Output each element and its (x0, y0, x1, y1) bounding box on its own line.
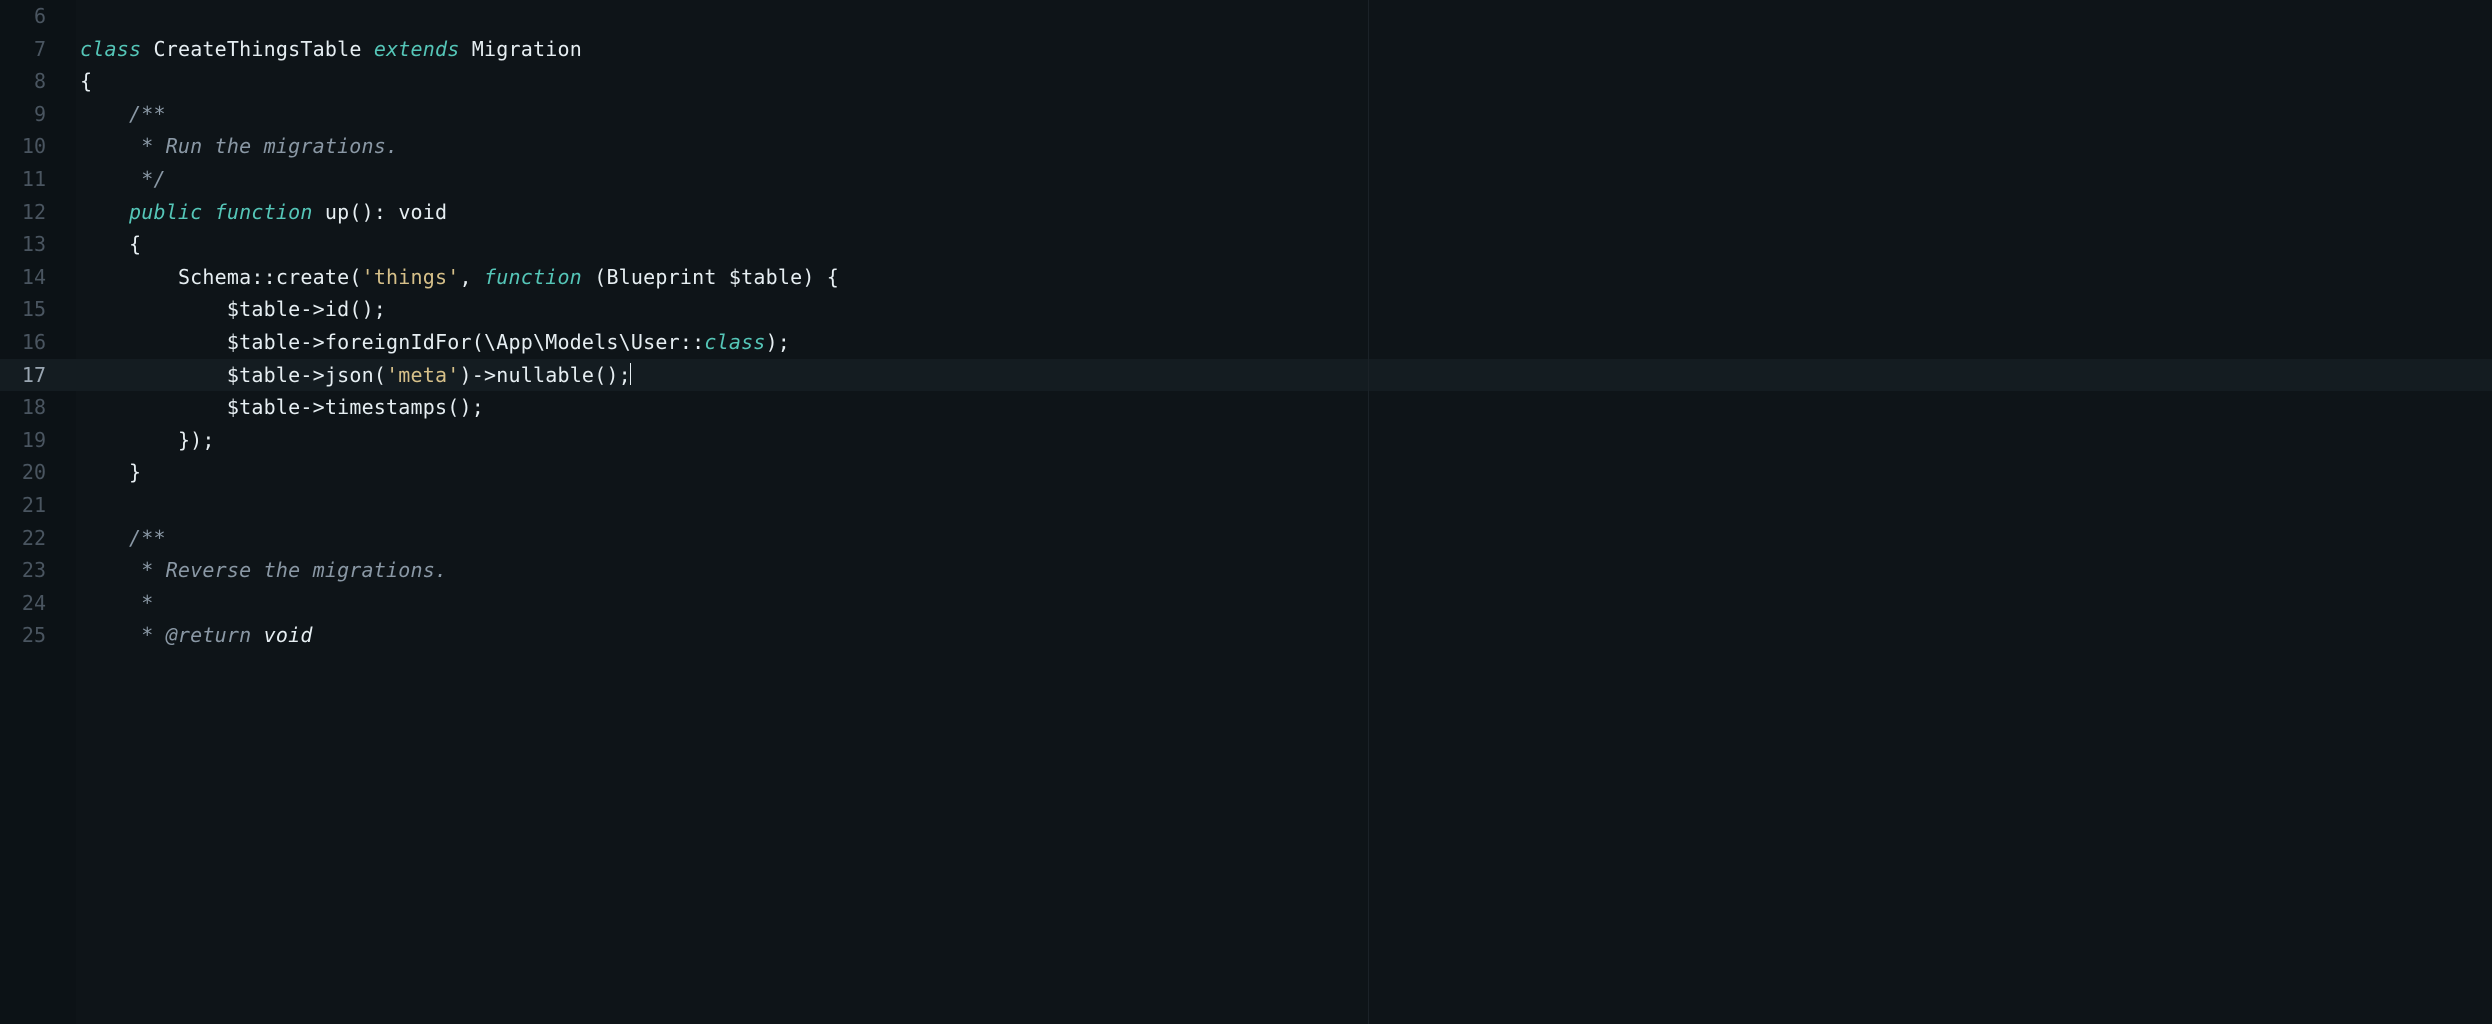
keyword-class: class (80, 37, 141, 61)
column-ruler (1368, 0, 1369, 1024)
code-line[interactable]: $table->timestamps(); (76, 391, 2492, 424)
line-number: 25 (0, 619, 76, 652)
text-caret (630, 363, 631, 385)
return-type: void (264, 623, 313, 647)
line-number: 18 (0, 391, 76, 424)
line-number: 19 (0, 424, 76, 457)
line-number: 17 (0, 359, 76, 392)
keyword-class-ref: class (704, 330, 765, 354)
code-line[interactable]: */ (76, 163, 2492, 196)
line-number: 13 (0, 228, 76, 261)
docblock: * Run the migrations. (129, 134, 398, 158)
code-line[interactable]: /** (76, 98, 2492, 131)
code-line[interactable]: * (76, 587, 2492, 620)
line-number: 11 (0, 163, 76, 196)
line-number: 12 (0, 196, 76, 229)
code-line[interactable]: * @return void (76, 619, 2492, 652)
docblock: /** (129, 102, 166, 126)
code-line[interactable]: { (76, 65, 2492, 98)
line-number: 6 (0, 0, 76, 33)
line-number: 8 (0, 65, 76, 98)
docblock: /** (129, 526, 166, 550)
keyword-function: function (215, 200, 313, 224)
line-number: 14 (0, 261, 76, 294)
code-area[interactable]: class CreateThingsTable extends Migratio… (76, 0, 2492, 1024)
code-line[interactable]: * Run the migrations. (76, 130, 2492, 163)
line-number: 23 (0, 554, 76, 587)
docblock: * @return (129, 623, 264, 647)
code-line[interactable]: $table->id(); (76, 293, 2492, 326)
line-number: 20 (0, 456, 76, 489)
keyword-extends: extends (374, 37, 460, 61)
line-number: 15 (0, 293, 76, 326)
base-class: Migration (472, 37, 582, 61)
line-number: 21 (0, 489, 76, 522)
docblock: * (129, 591, 153, 615)
code-editor[interactable]: 6 7 8 9 10 11 12 13 14 15 16 17 18 19 20… (0, 0, 2492, 1024)
code-line[interactable]: Schema::create('things', function (Bluep… (76, 261, 2492, 294)
code-line[interactable]: * Reverse the migrations. (76, 554, 2492, 587)
string-literal: 'things' (362, 265, 460, 289)
code-line-active[interactable]: $table->json('meta')->nullable(); (76, 359, 2492, 392)
line-number: 22 (0, 522, 76, 555)
code-line[interactable]: } (76, 456, 2492, 489)
code-line[interactable] (76, 489, 2492, 522)
return-type: void (398, 200, 447, 224)
docblock: * Reverse the migrations. (129, 558, 447, 582)
line-number-gutter: 6 7 8 9 10 11 12 13 14 15 16 17 18 19 20… (0, 0, 76, 1024)
line-number: 16 (0, 326, 76, 359)
line-number: 24 (0, 587, 76, 620)
function-name: up (325, 200, 349, 224)
code-line[interactable]: /** (76, 522, 2492, 555)
line-number: 10 (0, 130, 76, 163)
line-number: 9 (0, 98, 76, 131)
class-name: CreateThingsTable (153, 37, 361, 61)
code-line[interactable]: { (76, 228, 2492, 261)
string-literal: 'meta' (386, 363, 459, 387)
code-line[interactable]: public function up(): void (76, 196, 2492, 229)
code-line[interactable]: }); (76, 424, 2492, 457)
keyword-function: function (484, 265, 582, 289)
code-line[interactable]: class CreateThingsTable extends Migratio… (76, 33, 2492, 66)
docblock: */ (129, 167, 166, 191)
code-line[interactable] (76, 0, 2492, 33)
line-number: 7 (0, 33, 76, 66)
code-line[interactable]: $table->foreignIdFor(\App\Models\User::c… (76, 326, 2492, 359)
keyword-public: public (129, 200, 202, 224)
